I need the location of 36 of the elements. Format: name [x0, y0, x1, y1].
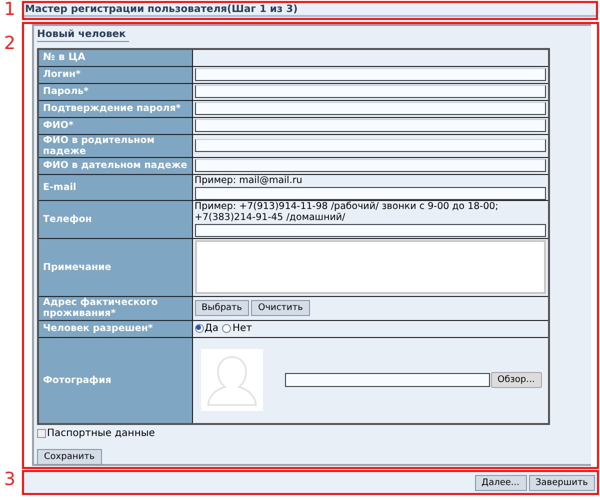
action-button[interactable]: Очистить [251, 300, 310, 316]
annotation-number: 3 [4, 470, 16, 490]
browse-button[interactable]: Обзор... [490, 372, 542, 388]
field-label: Человек разрешен* [38, 320, 192, 337]
input-field[interactable] [194, 186, 546, 200]
field-label: ФИО* [38, 117, 192, 134]
radio-button-selected[interactable] [194, 324, 204, 333]
hint-text: Пример: +7(913)914-11-98 /рабочий/ звонки с 9-00 до 18-00; +7(383)214-91-45 /домашний/ [194, 200, 500, 222]
annotation-number: 1 [4, 0, 16, 20]
checkbox-label[interactable]: Паспортные данные [47, 426, 155, 441]
checkbox[interactable] [37, 429, 46, 438]
field-label: Пароль* [38, 83, 192, 100]
field-label: Фотография [38, 337, 192, 424]
footer-button[interactable]: Далее... [474, 474, 527, 490]
avatar-silhouette-icon [200, 349, 262, 412]
field-label: Подтверждение пароля* [38, 100, 192, 117]
field-label: Телефон [38, 200, 192, 238]
file-path-field[interactable] [284, 373, 490, 388]
action-button[interactable]: Выбрать [194, 300, 250, 316]
field-label: Адрес фактического проживания* [38, 296, 192, 320]
field-label: ФИО в дательном падеже [38, 157, 192, 174]
field-label: Примечание [38, 238, 192, 296]
radio-button[interactable] [222, 324, 232, 333]
wizard-title: Мастер регистрации пользователя(Шаг 1 из 3) [24, 3, 596, 17]
panel-title: Новый человек [37, 28, 129, 42]
annotation-number: 2 [4, 34, 16, 54]
radio-label[interactable]: Нет [232, 321, 252, 336]
field-label: E-mail [38, 174, 192, 200]
field-label: Логин* [38, 66, 192, 83]
footer-button[interactable]: Завершить [528, 474, 595, 490]
field-label: ФИО в родительном падеже [38, 134, 192, 157]
hint-text: Пример: mail@mail.ru [194, 174, 304, 186]
input-field[interactable] [194, 224, 546, 236]
save-button[interactable]: Сохранить [37, 449, 102, 465]
radio-label[interactable]: Да [204, 321, 218, 336]
field-label: № в ЦА [38, 49, 192, 66]
